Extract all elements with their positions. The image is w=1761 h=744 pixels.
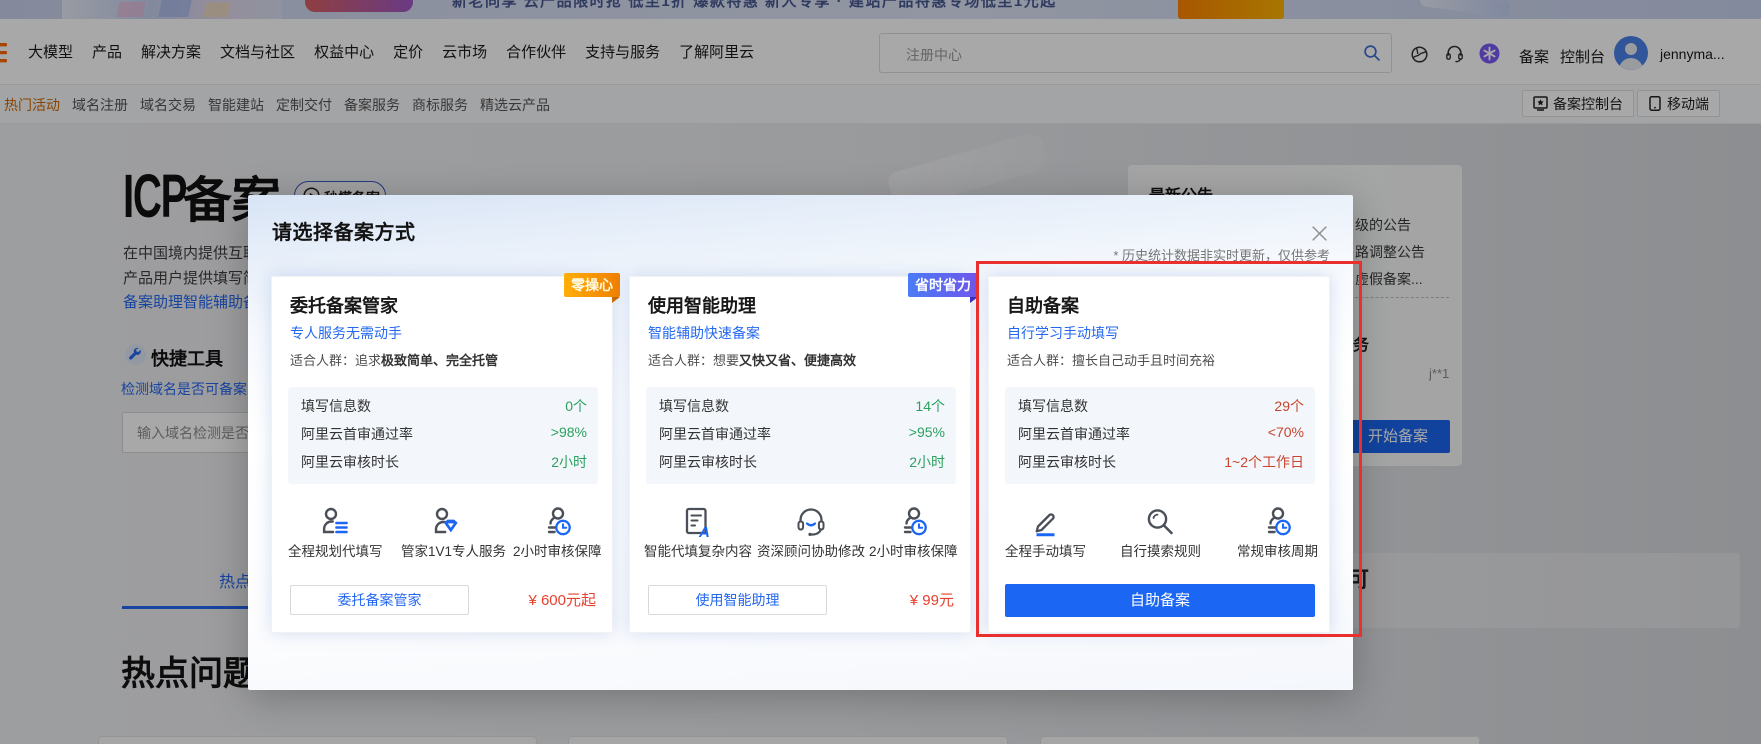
svg-text:A: A — [698, 524, 710, 538]
